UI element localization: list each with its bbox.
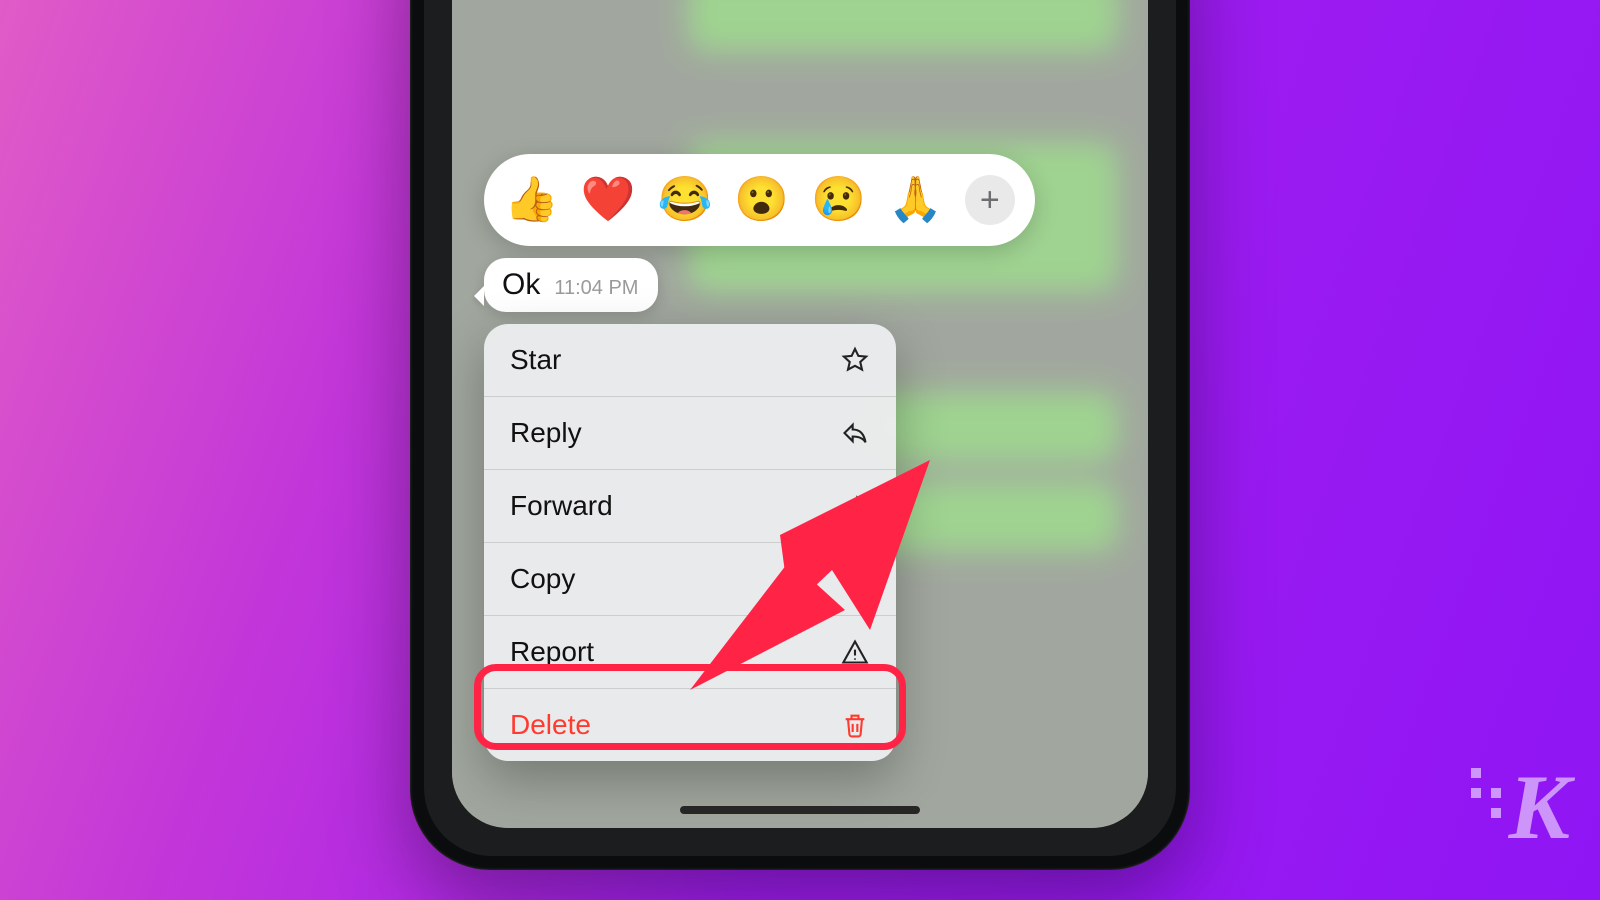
phone-screen: 👍 ❤️ 😂 😮 😢 🙏 + Ok 11:04 PM [452, 0, 1148, 828]
message-context-menu: Star Reply Forward [484, 324, 896, 761]
copy-icon [840, 564, 870, 594]
watermark-logo: K [1471, 754, 1566, 860]
trash-icon [840, 710, 870, 740]
menu-item-forward[interactable]: Forward [484, 470, 896, 543]
menu-item-label: Report [510, 636, 594, 668]
reaction-pray[interactable]: 🙏 [888, 178, 943, 222]
blurred-chat-bubble [688, 0, 1118, 52]
reaction-laugh[interactable]: 😂 [658, 178, 713, 222]
reaction-more-button[interactable]: + [965, 175, 1015, 225]
menu-item-reply[interactable]: Reply [484, 397, 896, 470]
home-indicator [680, 806, 920, 814]
menu-item-copy[interactable]: Copy [484, 543, 896, 616]
blurred-chat-bubble [858, 392, 1118, 462]
phone-frame: 👍 ❤️ 😂 😮 😢 🙏 + Ok 11:04 PM [410, 0, 1190, 870]
star-icon [840, 345, 870, 375]
reply-icon [840, 418, 870, 448]
reaction-bar: 👍 ❤️ 😂 😮 😢 🙏 + [484, 154, 1035, 246]
message-timestamp: 11:04 PM [554, 277, 638, 300]
watermark-dots-icon [1471, 768, 1501, 818]
message-text: Ok [502, 268, 540, 302]
plus-icon: + [980, 181, 1000, 220]
menu-item-delete[interactable]: Delete [484, 689, 896, 761]
menu-item-label: Delete [510, 709, 591, 741]
reaction-heart[interactable]: ❤️ [581, 178, 636, 222]
menu-item-report[interactable]: Report [484, 616, 896, 689]
menu-item-star[interactable]: Star [484, 324, 896, 397]
menu-item-label: Star [510, 344, 561, 376]
screenshot-stage: 👍 ❤️ 😂 😮 😢 🙏 + Ok 11:04 PM [0, 0, 1600, 900]
report-icon [840, 637, 870, 667]
blurred-chat-bubble [858, 482, 1118, 552]
phone-bezel: 👍 ❤️ 😂 😮 😢 🙏 + Ok 11:04 PM [424, 0, 1176, 856]
forward-icon [840, 491, 870, 521]
message-bubble[interactable]: Ok 11:04 PM [484, 258, 658, 312]
menu-item-label: Reply [510, 417, 582, 449]
reaction-thumbs-up[interactable]: 👍 [504, 178, 559, 222]
menu-item-label: Forward [510, 490, 613, 522]
watermark-letter: K [1509, 754, 1566, 860]
reaction-surprised[interactable]: 😮 [734, 178, 789, 222]
menu-item-label: Copy [510, 563, 575, 595]
reaction-sad[interactable]: 😢 [811, 178, 866, 222]
